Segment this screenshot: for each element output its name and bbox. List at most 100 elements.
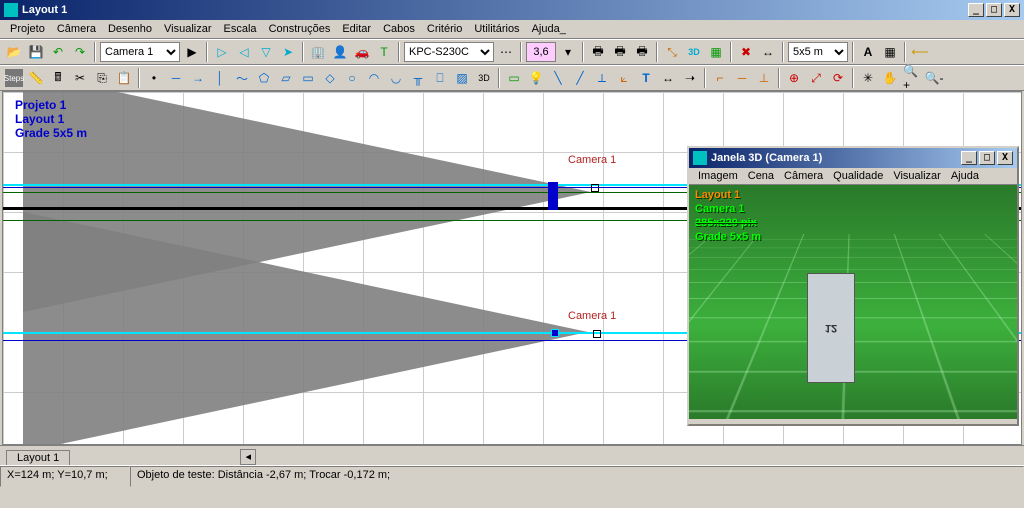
minimize-button[interactable]: _	[968, 3, 984, 17]
calc-icon[interactable]: 🖩	[48, 68, 68, 88]
dot-icon[interactable]: •	[144, 68, 164, 88]
circle-icon[interactable]: ○	[342, 68, 362, 88]
resize-icon[interactable]: ⤢	[806, 68, 826, 88]
center-icon[interactable]: ⊕	[784, 68, 804, 88]
polygon-icon[interactable]: ⬠	[254, 68, 274, 88]
menu-criterio[interactable]: Critério	[421, 22, 468, 36]
float-menu-imagem[interactable]: Imagem	[693, 169, 743, 183]
line-icon[interactable]: ─	[166, 68, 186, 88]
float-titlebar[interactable]: Janela 3D (Camera 1) _ □ X	[689, 148, 1017, 168]
light-icon[interactable]: 💡	[526, 68, 546, 88]
save-icon[interactable]: 💾	[26, 42, 46, 62]
hatch-icon[interactable]: ▨	[452, 68, 472, 88]
cone2-icon[interactable]: ◁	[234, 42, 254, 62]
shape3-icon[interactable]: ◇	[320, 68, 340, 88]
dim2-icon[interactable]: ⟀	[614, 68, 634, 88]
stair-icon[interactable]: ⊥	[754, 68, 774, 88]
rotate-icon[interactable]: ⟳	[828, 68, 848, 88]
delete-icon[interactable]: ✖	[736, 42, 756, 62]
zoom-in-icon[interactable]: 🔍+	[902, 68, 922, 88]
cone-icon[interactable]: ▷	[212, 42, 232, 62]
d3d-icon[interactable]: 3D	[474, 68, 494, 88]
float-menu-camera[interactable]: Câmera	[779, 169, 828, 183]
back-icon[interactable]: ⟵	[910, 42, 930, 62]
steps-icon[interactable]: Steps	[4, 68, 24, 88]
close-button[interactable]: X	[1004, 3, 1020, 17]
rect-icon[interactable]: ▭	[504, 68, 524, 88]
door-icon[interactable]: ⌐	[710, 68, 730, 88]
print2-icon[interactable]: 🖶	[610, 42, 630, 62]
dim-icon[interactable]: ⟂	[592, 68, 612, 88]
menu-projeto[interactable]: Projeto	[4, 22, 51, 36]
dim-h-icon[interactable]: ↔	[658, 68, 678, 88]
undo-icon[interactable]: ↶	[48, 42, 68, 62]
camera-handle[interactable]	[551, 329, 559, 337]
model-more-icon[interactable]: ⋯	[496, 42, 516, 62]
cone3-icon[interactable]: ▽	[256, 42, 276, 62]
box-icon[interactable]: ▦	[706, 42, 726, 62]
camera-node[interactable]	[593, 330, 601, 338]
flip-icon[interactable]: ↔	[758, 42, 778, 62]
maximize-button[interactable]: □	[986, 3, 1002, 17]
person-icon[interactable]: 👤	[330, 42, 350, 62]
3d-icon[interactable]: 3D	[684, 42, 704, 62]
float-menu-ajuda[interactable]: Ajuda	[946, 169, 984, 183]
arc-icon[interactable]: ◠	[364, 68, 384, 88]
measure-icon[interactable]: 📏	[26, 68, 46, 88]
tab-scroll-left[interactable]: ◂	[240, 449, 256, 465]
print-icon[interactable]: 🖶	[588, 42, 608, 62]
tab-layout1[interactable]: Layout 1	[6, 450, 70, 465]
text-tool-icon[interactable]: T	[636, 68, 656, 88]
font-icon[interactable]: A	[858, 42, 878, 62]
menu-camera[interactable]: Câmera	[51, 22, 102, 36]
slash2-icon[interactable]: ╱	[570, 68, 590, 88]
float-minimize-button[interactable]: _	[961, 151, 977, 165]
camera-next-icon[interactable]: ▶	[182, 42, 202, 62]
camera-object-top[interactable]	[548, 182, 558, 210]
grid-toggle-icon[interactable]: ▦	[880, 42, 900, 62]
shape2-icon[interactable]: ▭	[298, 68, 318, 88]
float-menu-cena[interactable]: Cena	[743, 169, 779, 183]
value-dropdown-icon[interactable]: ▾	[558, 42, 578, 62]
floating-3d-window[interactable]: Janela 3D (Camera 1) _ □ X Imagem Cena C…	[687, 146, 1019, 426]
compass-icon[interactable]: ✳	[858, 68, 878, 88]
car-icon[interactable]: 🚗	[352, 42, 372, 62]
polyline-icon[interactable]: 〜	[232, 68, 252, 88]
menu-cabos[interactable]: Cabos	[377, 22, 421, 36]
drawing-canvas[interactable]: Projeto 1 Layout 1 Grade 5x5 m Camera 1 …	[2, 91, 1022, 445]
float-menu-qualidade[interactable]: Qualidade	[828, 169, 888, 183]
float-close-button[interactable]: X	[997, 151, 1013, 165]
arrow2-icon[interactable]: →	[188, 68, 208, 88]
menu-editar[interactable]: Editar	[336, 22, 377, 36]
axis-icon[interactable]: ⤡	[662, 42, 682, 62]
view-3d[interactable]: Layout 1 Camera 1 285x220 pix Grade 5x5 …	[689, 185, 1017, 419]
open-icon[interactable]: 📂	[4, 42, 24, 62]
value-input[interactable]	[526, 42, 556, 62]
arrow-icon[interactable]: ➤	[278, 42, 298, 62]
building-icon[interactable]: 🏢	[308, 42, 328, 62]
window-icon[interactable]: ─	[732, 68, 752, 88]
menu-escala[interactable]: Escala	[218, 22, 263, 36]
camera-select[interactable]: Camera 1	[100, 42, 180, 62]
cut-icon[interactable]: ✂	[70, 68, 90, 88]
menu-desenho[interactable]: Desenho	[102, 22, 158, 36]
grid-select[interactable]: 5x5 m	[788, 42, 848, 62]
column-icon[interactable]: ⎕	[430, 68, 450, 88]
menu-utilitarios[interactable]: Utilitários	[468, 22, 525, 36]
menu-visualizar[interactable]: Visualizar	[158, 22, 218, 36]
slash-icon[interactable]: ╲	[548, 68, 568, 88]
dim-arrow-icon[interactable]: ➝	[680, 68, 700, 88]
menu-ajuda[interactable]: Ajuda_	[526, 22, 572, 36]
zoom-out-icon[interactable]: 🔍-	[924, 68, 944, 88]
redo-icon[interactable]: ↷	[70, 42, 90, 62]
model-select[interactable]: KPC-S230C	[404, 42, 494, 62]
print-preview-icon[interactable]: 🖶	[632, 42, 652, 62]
float-menu-visualizar[interactable]: Visualizar	[888, 169, 946, 183]
copy-icon[interactable]: ⎘	[92, 68, 112, 88]
vline-icon[interactable]: │	[210, 68, 230, 88]
menu-construcoes[interactable]: Construções	[263, 22, 337, 36]
wall-icon[interactable]: ╥	[408, 68, 428, 88]
hand-icon[interactable]: ✋	[880, 68, 900, 88]
camera-node-top[interactable]	[591, 184, 599, 192]
shape1-icon[interactable]: ▱	[276, 68, 296, 88]
